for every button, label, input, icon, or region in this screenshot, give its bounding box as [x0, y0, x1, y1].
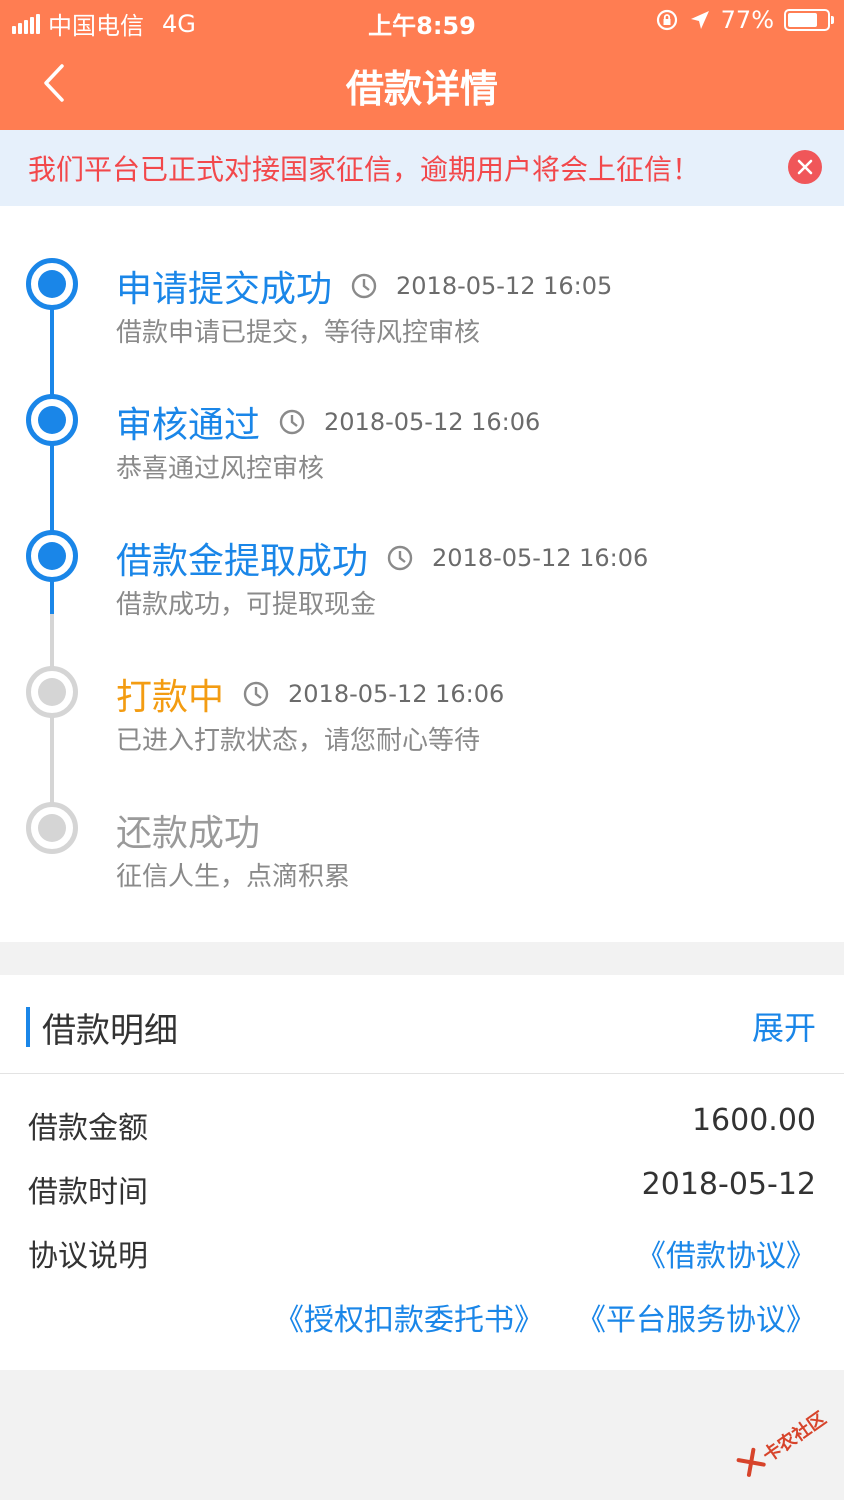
progress-timeline: 申请提交成功 2018-05-12 16:05 借款申请已提交，等待风控审核 审… — [0, 206, 844, 942]
step-time: 2018-05-12 16:06 — [288, 680, 505, 708]
step-title: 打款中 — [116, 677, 225, 718]
section-accent-bar — [26, 1007, 30, 1047]
clock-icon — [351, 273, 377, 299]
app-header: 中国电信 4G 上午8:59 77% 借款详情 — [0, 0, 844, 130]
close-icon — [797, 159, 813, 175]
step-title: 审核通过 — [116, 405, 261, 446]
clock-icon — [387, 545, 413, 571]
divider — [0, 1073, 844, 1074]
loan-amount-value: 1600.00 — [691, 1103, 816, 1138]
loan-agreement-link[interactable]: 《借款协议》 — [636, 1231, 816, 1275]
timeline-connector — [50, 614, 54, 668]
step-time: 2018-05-12 16:05 — [396, 272, 613, 300]
step-desc: 恭喜通过风控审核 — [116, 454, 325, 484]
step-node-3 — [26, 530, 78, 582]
clock-icon — [243, 681, 269, 707]
step-desc: 已进入打款状态，请您耐心等待 — [116, 726, 481, 756]
step-title: 还款成功 — [116, 813, 261, 854]
loan-amount-label: 借款金额 — [28, 1111, 148, 1146]
notice-banner: 我们平台已正式对接国家征信，逾期用户将会上征信！ — [0, 130, 844, 206]
clock-icon — [279, 409, 305, 435]
status-bar: 中国电信 4G 上午8:59 77% — [0, 0, 844, 44]
step-desc: 借款申请已提交，等待风控审核 — [116, 318, 481, 348]
location-arrow-icon — [690, 11, 709, 29]
watermark-logo: 卡农社区 — [723, 1386, 844, 1500]
step-title: 借款金提取成功 — [116, 541, 369, 582]
step-node-5 — [26, 802, 78, 854]
step-node-1 — [26, 258, 78, 310]
notice-text: 我们平台已正式对接国家征信，逾期用户将会上征信！ — [28, 153, 701, 186]
loan-time-label: 借款时间 — [28, 1175, 148, 1210]
agreement-label: 协议说明 — [28, 1239, 148, 1274]
step-time: 2018-05-12 16:06 — [324, 408, 541, 436]
platform-service-agreement-link[interactable]: 《平台服务协议》 — [576, 1295, 816, 1339]
step-node-4 — [26, 666, 78, 718]
page-title: 借款详情 — [345, 67, 498, 111]
step-time: 2018-05-12 16:06 — [432, 544, 649, 572]
battery-percent: 77% — [720, 6, 774, 34]
notice-close-button[interactable] — [788, 150, 822, 184]
loan-time-value: 2018-05-12 — [641, 1167, 816, 1202]
expand-link[interactable]: 展开 — [752, 1003, 816, 1049]
step-desc: 征信人生，点滴积累 — [116, 862, 351, 892]
loan-detail-card: 借款明细 展开 借款金额 1600.00 借款时间 2018-05-12 协议说… — [0, 975, 844, 1370]
step-title: 申请提交成功 — [116, 269, 333, 310]
step-desc: 借款成功，可提取现金 — [116, 590, 377, 620]
step-node-2 — [26, 394, 78, 446]
rotation-lock-icon — [656, 9, 677, 31]
section-title: 借款明细 — [42, 1011, 178, 1051]
deduction-authorization-link[interactable]: 《授权扣款委托书》 — [274, 1295, 544, 1339]
battery-icon — [784, 9, 834, 31]
watermark-text: 卡农社区 — [759, 1408, 831, 1467]
